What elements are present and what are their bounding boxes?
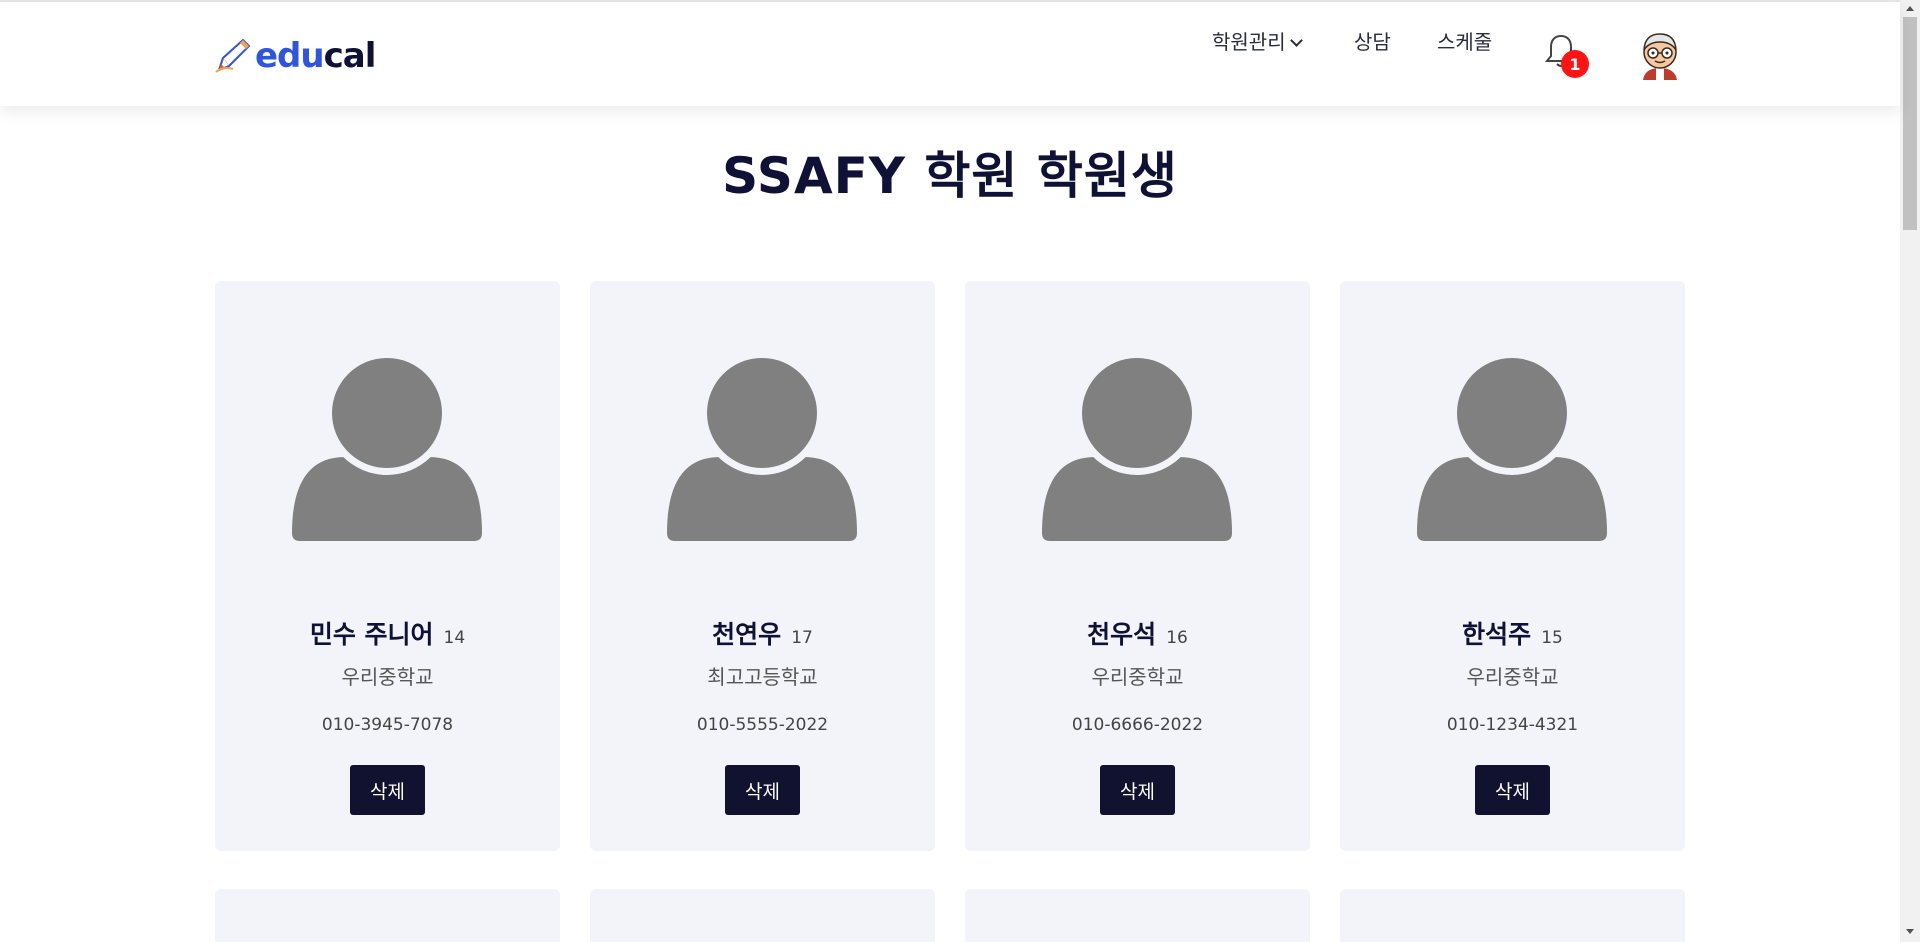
person-placeholder-icon (292, 357, 482, 541)
student-name-row: 천연우 17 (590, 615, 935, 651)
student-school: 우리중학교 (1466, 665, 1559, 689)
nav-academy-manage[interactable]: 학원관리 (1212, 26, 1303, 55)
student-card-partial (1340, 889, 1685, 942)
logo-text-rest: cal (323, 36, 377, 76)
student-card: 한석주 15 우리중학교 010-1234-4321 삭제 (1340, 281, 1685, 851)
student-name: 천우석 (1087, 620, 1157, 649)
student-card-partial (590, 889, 935, 942)
student-name: 천연우 (712, 620, 782, 649)
student-age: 15 (1541, 628, 1563, 648)
student-phone: 010-5555-2022 (696, 715, 829, 735)
student-card: 천연우 17 최고고등학교 010-5555-2022 삭제 (590, 281, 935, 851)
student-name-row: 민수 주니어 14 (215, 615, 560, 651)
person-placeholder-icon (1417, 357, 1607, 541)
delete-button[interactable]: 삭제 (1100, 765, 1175, 815)
logo[interactable]: educal (213, 36, 377, 76)
student-school: 최고고등학교 (707, 665, 818, 689)
student-age: 16 (1166, 628, 1188, 648)
header: educal 학원관리 상담 스케줄 1 (0, 2, 1900, 106)
delete-button[interactable]: 삭제 (725, 765, 800, 815)
student-age: 17 (791, 628, 813, 648)
person-placeholder-icon (1042, 357, 1232, 541)
logo-text: educal (255, 36, 377, 76)
student-phone: 010-6666-2022 (1071, 715, 1204, 735)
delete-button[interactable]: 삭제 (1475, 765, 1550, 815)
nav-academy-manage-label: 학원관리 (1212, 29, 1286, 54)
student-card-partial (965, 889, 1310, 942)
scroll-up-arrow-icon[interactable] (1906, 6, 1914, 11)
student-name-row: 한석주 15 (1340, 615, 1685, 651)
student-phone: 010-1234-4321 (1446, 715, 1579, 735)
student-phone: 010-3945-7078 (321, 715, 454, 735)
student-card-partial (215, 889, 560, 942)
student-age: 14 (443, 628, 466, 648)
user-avatar[interactable] (1637, 30, 1683, 82)
student-name: 민수 주니어 (309, 620, 434, 649)
vertical-scrollbar[interactable] (1900, 0, 1920, 942)
logo-text-accent: edu (255, 36, 325, 76)
notification-badge: 1 (1561, 50, 1589, 78)
nav-schedule[interactable]: 스케줄 (1437, 26, 1492, 55)
pencil-logo-icon (215, 38, 251, 73)
page-title: SSAFY 학원 학원생 (722, 147, 1178, 205)
scrollbar-thumb[interactable] (1903, 17, 1917, 230)
chevron-down-icon (1289, 33, 1303, 47)
student-card: 민수 주니어 14 우리중학교 010-3945-7078 삭제 (215, 281, 560, 851)
student-card: 천우석 16 우리중학교 010-6666-2022 삭제 (965, 281, 1310, 851)
student-school: 우리중학교 (341, 665, 434, 689)
scroll-down-arrow-icon[interactable] (1906, 929, 1914, 934)
nav-consult[interactable]: 상담 (1354, 26, 1391, 55)
student-name: 한석주 (1462, 620, 1532, 649)
delete-button[interactable]: 삭제 (350, 765, 425, 815)
student-school: 우리중학교 (1091, 665, 1184, 689)
student-name-row: 천우석 16 (965, 615, 1310, 651)
person-placeholder-icon (667, 357, 857, 541)
